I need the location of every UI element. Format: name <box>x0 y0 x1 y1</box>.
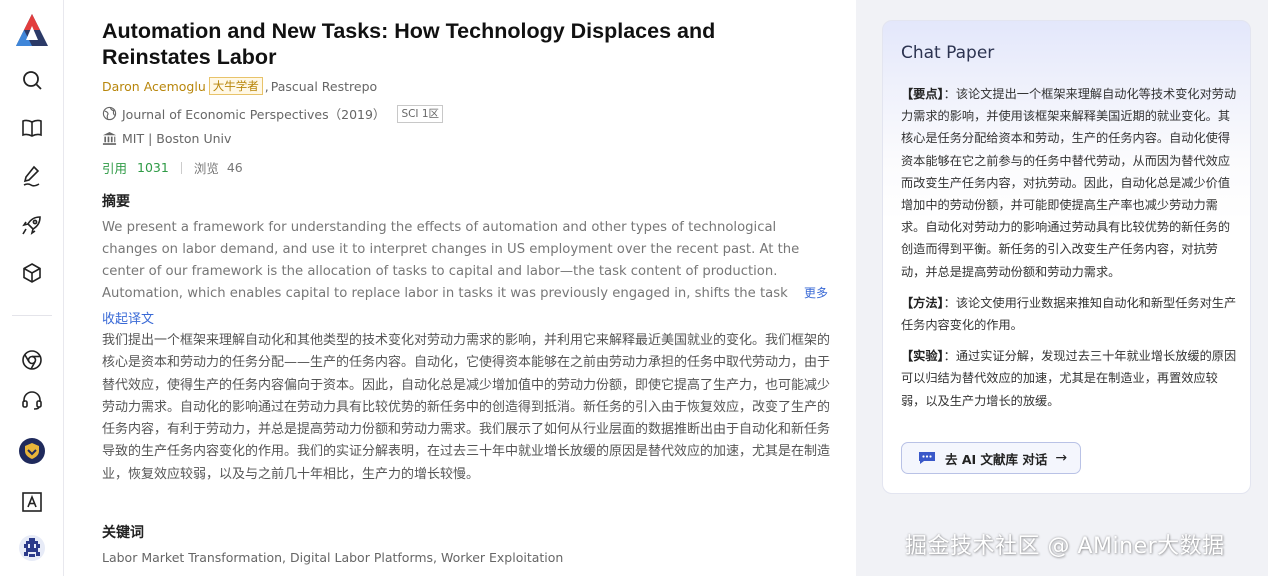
abstract-english: We present a framework for understanding… <box>102 220 800 301</box>
globe-icon <box>102 106 117 121</box>
pixel-avatar-icon[interactable] <box>14 530 50 566</box>
font-icon[interactable] <box>14 484 50 520</box>
logo-icon[interactable] <box>14 12 50 48</box>
views-count: 46 <box>226 160 243 175</box>
author-link[interactable]: Pascual Restrepo <box>271 79 377 94</box>
chat-button-label: 去 AI 文献库 对话 <box>945 451 1048 467</box>
sci-badge: SCI 1区 <box>397 104 444 123</box>
rocket-icon[interactable] <box>14 207 50 243</box>
paper-stats: 引用 1031 浏览 46 <box>102 158 243 177</box>
collapse-translation-link[interactable]: 收起译文 <box>102 308 154 327</box>
chat-paper-title: Chat Paper <box>901 43 995 63</box>
abstract-translation: 我们提出一个框架来理解自动化和其他类型的技术变化对劳动力需求的影响，并利用它来解… <box>102 333 831 482</box>
watermark: 掘金技术社区 @ AMiner大数据 <box>905 534 1225 559</box>
more-link[interactable]: 更多 <box>804 284 828 301</box>
method-text: ：该论文使用行业数据来推知自动化和新型任务对生产任务内容变化的作用。 <box>901 295 1237 333</box>
summary-points: 【要点】：该论文提出一个框架来理解自动化等技术变化对劳动力需求的影响，并使用该框… <box>901 83 1237 283</box>
institution-icon <box>102 131 117 145</box>
author-link[interactable]: Daron Acemoglu <box>102 79 206 94</box>
abstract-heading: 摘要 <box>102 194 130 210</box>
shield-badge-icon[interactable] <box>14 433 50 469</box>
points-text: ：该论文提出一个框架来理解自动化等技术变化对劳动力需求的影响，并使用该框架来解释… <box>901 87 1237 279</box>
go-ai-library-chat-button[interactable]: 去 AI 文献库 对话 → <box>901 442 1081 474</box>
paper-title: Automation and New Tasks: How Technology… <box>102 19 716 69</box>
scholar-badge: 大牛学者 <box>208 77 263 95</box>
views-label: 浏览 <box>193 161 219 176</box>
paper-detail-panel: Automation and New Tasks: How Technology… <box>64 0 856 576</box>
keywords-heading: 关键词 <box>102 525 144 541</box>
arrow-right-icon: → <box>1055 450 1068 466</box>
headset-icon[interactable] <box>14 382 50 418</box>
author-list: Daron Acemoglu 大牛学者 , Pascual Restrepo <box>102 77 377 95</box>
journal-name[interactable]: Journal of Economic Perspectives（2019） <box>122 104 385 123</box>
experiment-text: ：通过实证分解，发现过去三十年就业增长放缓的原因可以归结为替代效应的加速，尤其是… <box>901 349 1237 408</box>
cube-icon[interactable] <box>14 255 50 291</box>
summary-experiment: 【实验】：通过实证分解，发现过去三十年就业增长放缓的原因可以归结为替代效应的加速… <box>901 345 1237 412</box>
author-separator: , <box>264 78 269 94</box>
search-icon[interactable] <box>14 62 50 98</box>
chrome-icon[interactable] <box>14 342 50 378</box>
citations-count[interactable]: 1031 <box>137 160 169 175</box>
chat-paper-card: Chat Paper 【要点】：该论文提出一个框架来理解自动化等技术变化对劳动力… <box>882 20 1251 494</box>
affiliation-row: MIT | Boston Univ <box>102 131 231 146</box>
chat-paper-summary: 【要点】：该论文提出一个框架来理解自动化等技术变化对劳动力需求的影响，并使用该框… <box>901 83 1237 421</box>
journal-row: Journal of Economic Perspectives（2019） S… <box>102 104 444 123</box>
citations-label: 引用 <box>102 161 128 176</box>
book-icon[interactable] <box>14 110 50 146</box>
left-sidebar <box>0 0 64 576</box>
summary-method: 【方法】：该论文使用行业数据来推知自动化和新型任务对生产任务内容变化的作用。 <box>901 292 1237 336</box>
experiment-label: 【实验】 <box>901 349 944 364</box>
keywords-list[interactable]: Labor Market Transformation, Digital Lab… <box>102 550 563 565</box>
stats-divider <box>180 161 182 174</box>
chat-bubble-icon <box>919 452 935 464</box>
method-label: 【方法】 <box>901 295 944 310</box>
sidebar-divider <box>12 315 52 316</box>
points-label: 【要点】 <box>901 87 944 101</box>
affiliations: MIT | Boston Univ <box>122 131 232 146</box>
pen-icon[interactable] <box>14 158 50 194</box>
